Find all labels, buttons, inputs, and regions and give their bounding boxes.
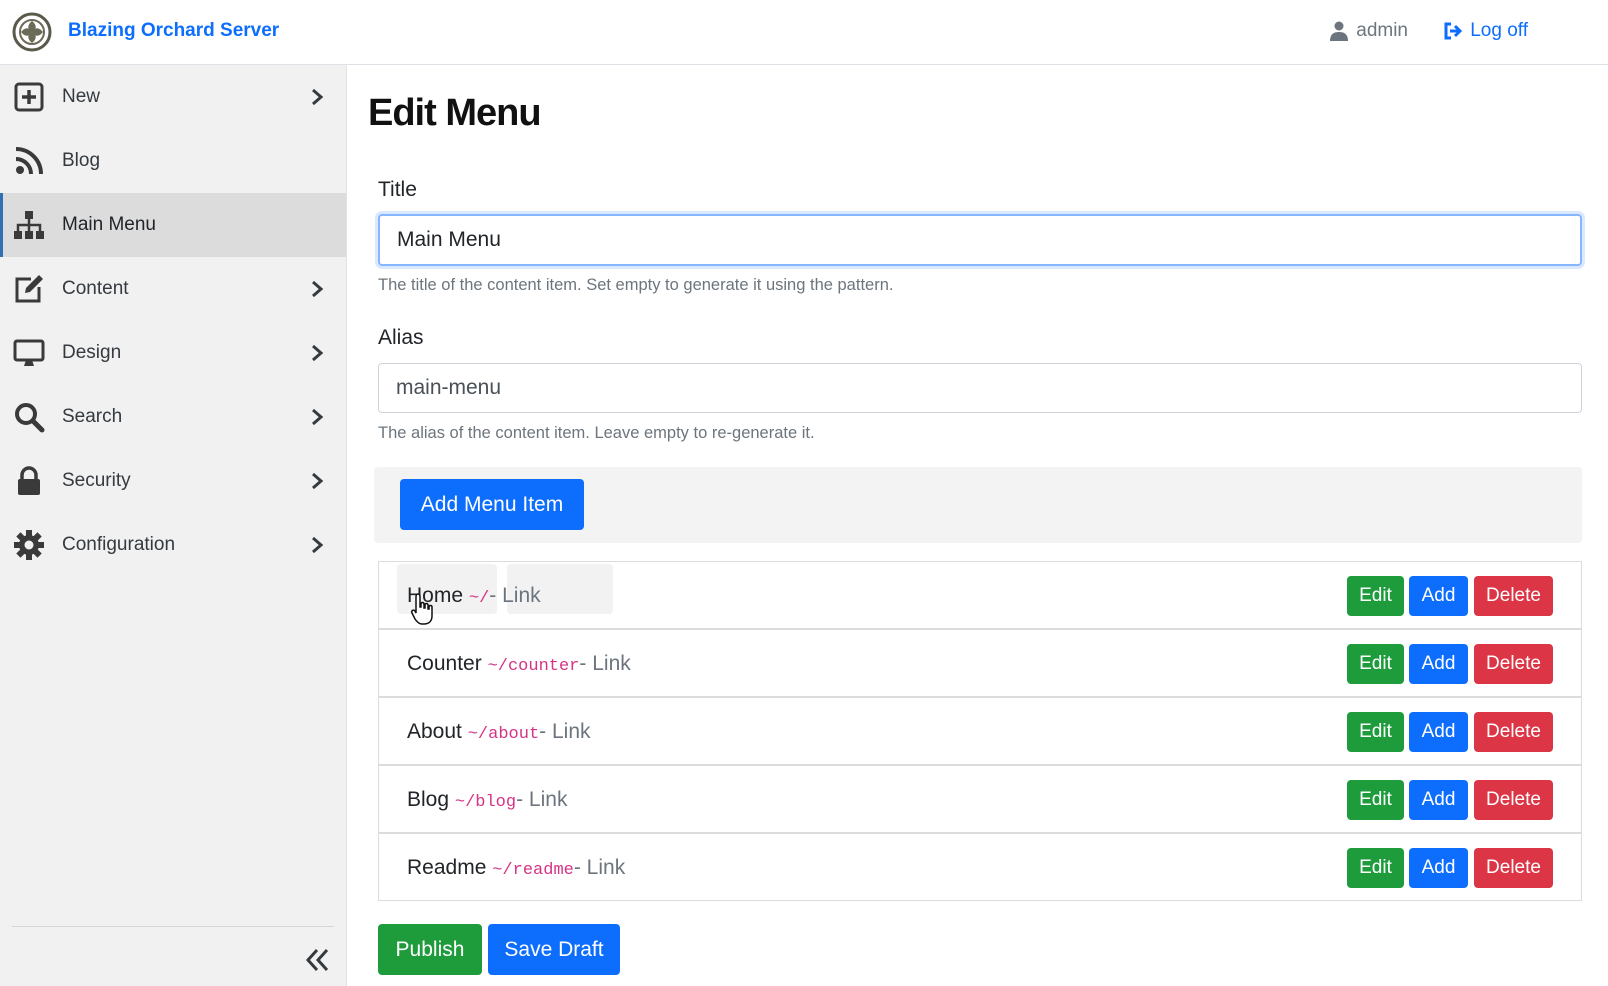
- sidebar-item-label: New: [62, 86, 101, 107]
- chevron-right-icon: [310, 344, 324, 362]
- lock-icon: [12, 464, 46, 498]
- delete-button[interactable]: Delete: [1474, 576, 1553, 616]
- sidebar-item-label: Design: [62, 342, 122, 363]
- menu-item-name[interactable]: Blog: [407, 788, 449, 811]
- sidebar-item-main-menu[interactable]: Main Menu: [0, 193, 346, 257]
- logoff-link[interactable]: Log off: [1444, 20, 1528, 42]
- sidebar-item-label: Main Menu: [62, 214, 156, 235]
- sidebar-item-label: Security: [62, 470, 131, 491]
- menu-item-name[interactable]: Counter: [407, 652, 482, 675]
- sidebar: New Blog Main Menu Content Design Search: [0, 65, 347, 986]
- plus-square-icon: [12, 80, 46, 114]
- delete-button[interactable]: Delete: [1474, 848, 1553, 888]
- add-button[interactable]: Add: [1409, 780, 1468, 820]
- menu-item-row-blog[interactable]: Blog ~/blog- Link Edit Add Delete: [378, 765, 1582, 833]
- sidebar-item-search[interactable]: Search: [0, 385, 346, 449]
- add-button[interactable]: Add: [1409, 644, 1468, 684]
- menu-item-url: ~/: [468, 589, 490, 608]
- menu-item-type: - Link: [539, 720, 591, 743]
- chevron-right-icon: [310, 408, 324, 426]
- menu-item-text: About ~/about- Link: [407, 720, 591, 744]
- hand-cursor-icon: [411, 593, 433, 625]
- sidebar-item-security[interactable]: Security: [0, 449, 346, 513]
- delete-button[interactable]: Delete: [1474, 644, 1553, 684]
- menu-item-type: - Link: [579, 652, 631, 675]
- sidebar-item-configuration[interactable]: Configuration: [0, 513, 346, 577]
- gear-icon: [12, 528, 46, 562]
- add-button[interactable]: Add: [1409, 848, 1468, 888]
- menu-item-url: ~/readme: [492, 861, 574, 880]
- menu-item-url: ~/about: [467, 725, 540, 744]
- edit-button[interactable]: Edit: [1347, 576, 1404, 616]
- chevron-right-icon: [310, 88, 324, 106]
- add-button[interactable]: Add: [1409, 712, 1468, 752]
- add-button[interactable]: Add: [1409, 576, 1468, 616]
- user-icon: [1330, 21, 1349, 41]
- sidebar-item-label: Blog: [62, 150, 101, 171]
- sidebar-item-label: Search: [62, 406, 123, 427]
- menu-item-name[interactable]: Readme: [407, 856, 486, 879]
- sidebar-item-blog[interactable]: Blog: [0, 129, 346, 193]
- edit-button[interactable]: Edit: [1347, 780, 1404, 820]
- delete-button[interactable]: Delete: [1474, 780, 1553, 820]
- orchard-logo-icon: [12, 12, 52, 52]
- sitemap-icon: [12, 208, 46, 242]
- rss-icon: [12, 144, 46, 178]
- sidebar-divider: [12, 926, 334, 927]
- sidebar-item-label: Configuration: [62, 534, 176, 555]
- collapse-sidebar-icon[interactable]: [302, 945, 332, 975]
- edit-icon: [12, 272, 46, 306]
- title-field-hint: The title of the content item. Set empty…: [378, 276, 894, 294]
- publish-button[interactable]: Publish: [378, 924, 482, 975]
- alias-input[interactable]: [378, 363, 1582, 413]
- edit-button[interactable]: Edit: [1347, 712, 1404, 752]
- menu-item-name[interactable]: About: [407, 720, 462, 743]
- menu-item-row-home[interactable]: Home ~/- Link Edit Add Delete: [378, 561, 1582, 629]
- menu-item-url: ~/counter: [487, 657, 580, 676]
- sidebar-item-content[interactable]: Content: [0, 257, 346, 321]
- menu-item-url: ~/blog: [454, 793, 517, 812]
- desktop-icon: [12, 336, 46, 370]
- menu-item-text: Readme ~/readme- Link: [407, 856, 625, 880]
- menu-item-type: - Link: [573, 856, 626, 879]
- brand-name[interactable]: Blazing Orchard Server: [68, 20, 279, 42]
- save-draft-button[interactable]: Save Draft: [488, 924, 620, 975]
- user-menu[interactable]: admin: [1330, 20, 1408, 42]
- menu-item-type: - Link: [489, 584, 541, 607]
- page-title: Edit Menu: [368, 92, 542, 134]
- sidebar-item-design[interactable]: Design: [0, 321, 346, 385]
- title-input[interactable]: [378, 214, 1582, 266]
- top-header: Blazing Orchard Server admin Log off: [0, 0, 1608, 65]
- title-field-label: Title: [378, 178, 417, 201]
- menu-item-text: Counter ~/counter- Link: [407, 652, 631, 676]
- alias-field-hint: The alias of the content item. Leave emp…: [378, 424, 815, 442]
- search-icon: [12, 400, 46, 434]
- add-menu-item-button[interactable]: Add Menu Item: [400, 479, 584, 530]
- sidebar-item-new[interactable]: New: [0, 65, 346, 129]
- logoff-label: Log off: [1470, 20, 1528, 41]
- menu-item-row-readme[interactable]: Readme ~/readme- Link Edit Add Delete: [378, 833, 1582, 901]
- chevron-right-icon: [310, 536, 324, 554]
- menu-item-type: - Link: [516, 788, 568, 811]
- menu-item-row-counter[interactable]: Counter ~/counter- Link Edit Add Delete: [378, 629, 1582, 697]
- sidebar-item-label: Content: [62, 278, 129, 299]
- chevron-right-icon: [310, 472, 324, 490]
- edit-button[interactable]: Edit: [1347, 644, 1404, 684]
- alias-field-label: Alias: [378, 326, 424, 349]
- user-name: admin: [1356, 20, 1408, 41]
- menu-item-text: Blog ~/blog- Link: [407, 788, 567, 812]
- chevron-right-icon: [310, 280, 324, 298]
- delete-button[interactable]: Delete: [1474, 712, 1553, 752]
- edit-button[interactable]: Edit: [1347, 848, 1404, 888]
- sign-out-icon: [1444, 22, 1463, 40]
- menu-item-row-about[interactable]: About ~/about- Link Edit Add Delete: [378, 697, 1582, 765]
